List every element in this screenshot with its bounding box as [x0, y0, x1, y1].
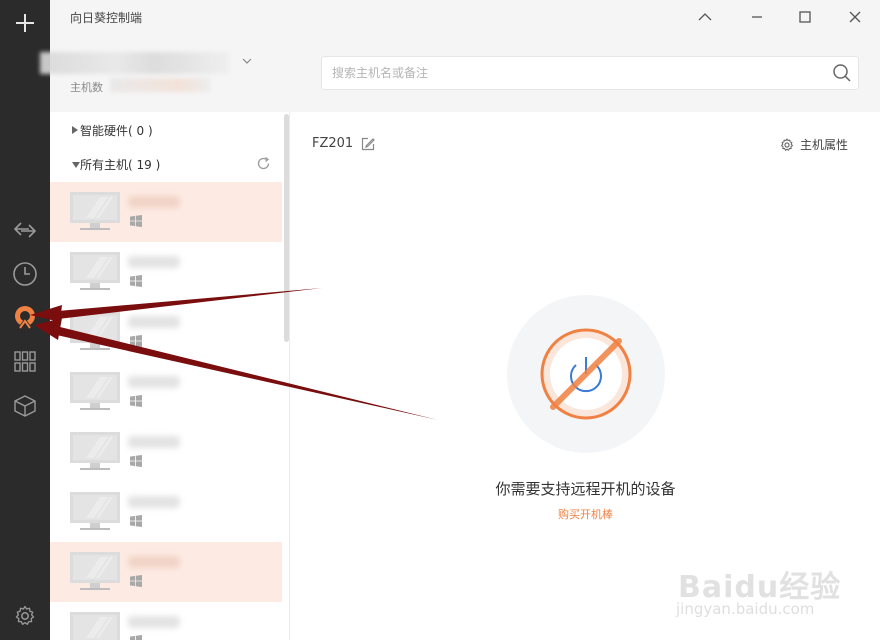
- search-icon[interactable]: [832, 63, 852, 83]
- edit-icon[interactable]: [361, 137, 375, 151]
- group-label: 智能硬件( 0 ): [80, 124, 153, 138]
- watermark-url: jingyan.baidu.com: [676, 600, 815, 618]
- settings-gear-icon: [15, 605, 35, 625]
- host-name-blurred: [128, 496, 180, 508]
- refresh-icon[interactable]: [256, 156, 271, 171]
- monitor-icon: [70, 252, 120, 290]
- host-list-item[interactable]: [50, 242, 282, 302]
- caret-down-icon: [72, 162, 80, 168]
- chevron-up-icon: [698, 13, 712, 21]
- power-disabled-icon: [540, 328, 632, 420]
- host-name: FZ201: [312, 136, 354, 151]
- windows-icon: [130, 635, 142, 640]
- monitor-icon: [70, 372, 120, 410]
- clock-icon: [13, 262, 37, 286]
- chevron-down-icon: [242, 58, 252, 64]
- caret-right-icon: [72, 126, 78, 134]
- host-name-blurred: [128, 616, 180, 628]
- monitor-icon: [70, 492, 120, 530]
- list-scrollbar[interactable]: [284, 114, 289, 342]
- close-button[interactable]: [838, 4, 872, 30]
- host-properties-button[interactable]: 主机属性: [780, 136, 848, 153]
- collapse-button[interactable]: [688, 4, 722, 30]
- group-label: 所有主机( 19 ): [80, 158, 161, 172]
- top-bar: 向日葵控制端 主机数: [40, 0, 880, 112]
- host-list-item[interactable]: [50, 302, 282, 362]
- windows-icon: [130, 395, 142, 407]
- search-box: [321, 56, 859, 90]
- group-all-hosts[interactable]: 所有主机( 19 ): [50, 150, 282, 178]
- search-input[interactable]: [322, 57, 822, 89]
- minimize-icon: [752, 16, 762, 18]
- windows-icon: [130, 335, 142, 347]
- host-name-blurred: [128, 316, 180, 328]
- account-switcher[interactable]: 主机数: [40, 44, 252, 100]
- apps-button[interactable]: [0, 342, 50, 382]
- buy-boot-stick-link[interactable]: 购买开机棒: [291, 506, 880, 522]
- remote-boot-icon: [15, 306, 35, 329]
- gear-icon: [781, 137, 793, 151]
- apps-grid-icon: [14, 351, 36, 372]
- host-name-blurred: [128, 196, 180, 208]
- host-list-item[interactable]: [50, 482, 282, 542]
- group-smart-hardware[interactable]: 智能硬件( 0 ): [50, 116, 282, 144]
- host-count-blurred: [110, 78, 210, 92]
- windows-icon: [130, 515, 142, 527]
- maximize-button[interactable]: [788, 4, 822, 30]
- host-list-item[interactable]: [50, 182, 282, 242]
- box-icon: [14, 395, 36, 417]
- empty-state-message: 你需要支持远程开机的设备: [495, 480, 676, 498]
- power-illustration: [507, 295, 665, 453]
- host-list-item[interactable]: [50, 602, 282, 640]
- host-list-item[interactable]: [50, 422, 282, 482]
- monitor-icon: [70, 312, 120, 350]
- window-title: 向日葵控制端: [70, 11, 143, 25]
- baidu-watermark: Baidu经验 jingyan.baidu.com: [672, 548, 842, 628]
- account-name-blurred: [40, 52, 230, 74]
- host-properties-label: 主机属性: [799, 138, 848, 152]
- close-icon: [849, 11, 861, 23]
- host-name-blurred: [128, 556, 180, 568]
- windows-icon: [130, 215, 142, 227]
- minimize-button[interactable]: [740, 4, 774, 30]
- host-name-blurred: [128, 376, 180, 388]
- add-button[interactable]: [0, 3, 50, 43]
- settings-button[interactable]: [0, 596, 50, 636]
- monitor-icon: [70, 552, 120, 590]
- windows-icon: [130, 455, 142, 467]
- host-name-blurred: [128, 256, 180, 268]
- host-count-label: 主机数: [70, 81, 103, 94]
- monitor-icon: [70, 432, 120, 470]
- host-name-blurred: [128, 436, 180, 448]
- remote-transfer-button[interactable]: [0, 210, 50, 250]
- windows-icon: [130, 275, 142, 287]
- host-list-item[interactable]: [50, 542, 282, 602]
- plus-icon: [16, 14, 34, 32]
- host-list-item[interactable]: [50, 362, 282, 422]
- history-button[interactable]: [0, 254, 50, 294]
- maximize-icon: [799, 11, 811, 23]
- left-sidebar: [0, 0, 50, 640]
- monitor-icon: [70, 192, 120, 230]
- monitor-icon: [70, 612, 120, 640]
- transfer-icon: [14, 222, 36, 238]
- remote-boot-button[interactable]: [0, 298, 50, 338]
- windows-icon: [130, 575, 142, 587]
- package-button[interactable]: [0, 386, 50, 426]
- host-list-panel: 智能硬件( 0 ) 所有主机( 19 ): [50, 112, 290, 640]
